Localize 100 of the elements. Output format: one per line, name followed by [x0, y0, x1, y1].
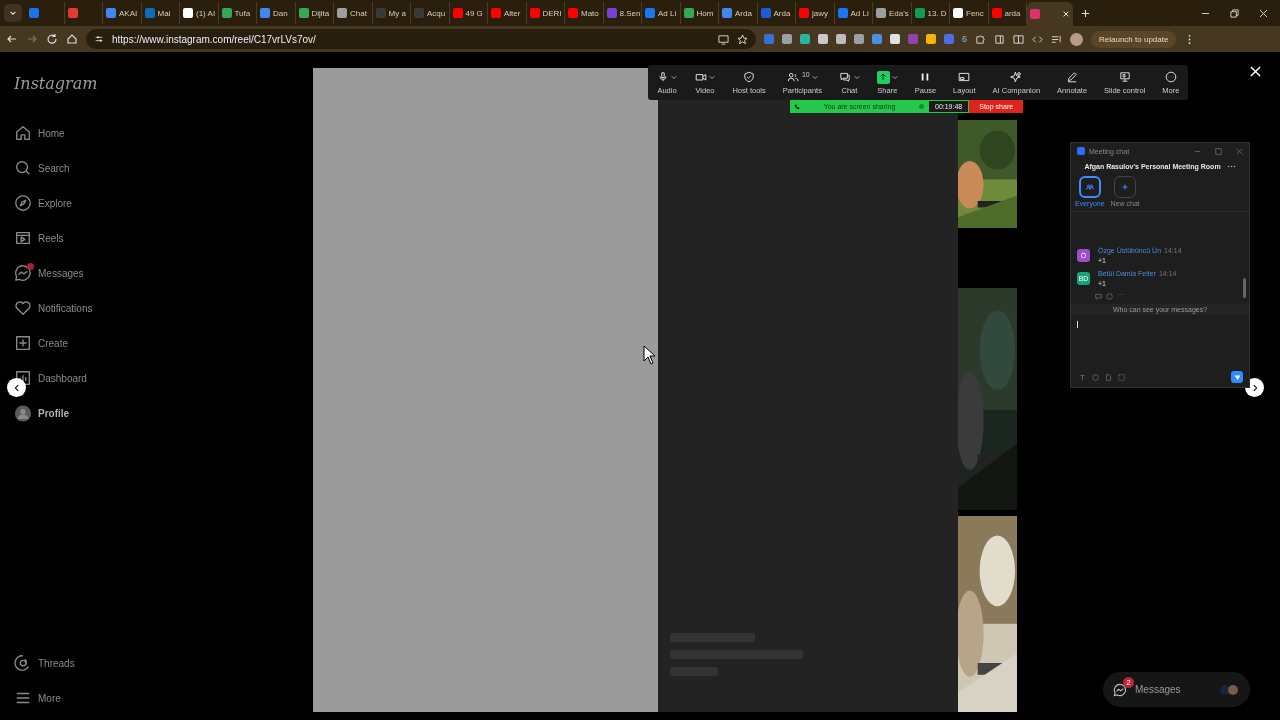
browser-tab[interactable]: Ad Li	[642, 2, 681, 24]
extension-icon[interactable]	[944, 34, 954, 44]
browser-tab[interactable]: Arda	[757, 2, 796, 24]
puzzle-icon[interactable]	[975, 33, 986, 45]
extension-badge[interactable]: 6	[962, 34, 967, 44]
extension-icon[interactable]	[782, 34, 792, 44]
browser-tab[interactable]: AKAI	[103, 2, 142, 24]
browser-tab[interactable]: jawy	[796, 2, 835, 24]
text-format-icon[interactable]	[1079, 373, 1086, 381]
caret-icon[interactable]	[671, 73, 678, 80]
split-view-icon[interactable]	[1013, 33, 1024, 45]
browser-tab[interactable]: Alter	[488, 2, 527, 24]
chevron-left-icon	[12, 383, 21, 392]
caret-icon[interactable]	[709, 73, 716, 80]
sidebar-item[interactable]: More	[14, 688, 61, 708]
sidebar-item[interactable]: Explore	[14, 193, 72, 213]
camera-icon	[694, 71, 707, 83]
caret-icon[interactable]	[811, 73, 818, 80]
reload-icon[interactable]	[46, 33, 58, 45]
chat-icon	[839, 71, 852, 83]
extension-icon[interactable]	[872, 34, 882, 44]
send-button[interactable]	[1231, 371, 1243, 383]
emoji-icon[interactable]	[1092, 373, 1099, 381]
caret-icon[interactable]	[853, 73, 860, 80]
people-icon	[1084, 182, 1095, 192]
extension-icon[interactable]	[818, 34, 828, 44]
browser-tab[interactable]: Dan	[257, 2, 296, 24]
scrollbar[interactable]	[1243, 278, 1246, 298]
sidebar-item[interactable]: Search	[14, 158, 70, 178]
shield-icon	[743, 71, 756, 83]
extension-icon[interactable]	[836, 34, 846, 44]
browser-tab[interactable]: Hom	[680, 2, 719, 24]
maximize-icon[interactable]	[1215, 147, 1222, 155]
browser-tab[interactable]: (1) AI	[180, 2, 219, 24]
sidebar-item[interactable]: Profile	[14, 403, 70, 423]
slides-icon	[1118, 71, 1131, 83]
search-icon	[14, 159, 32, 177]
extension-icon[interactable]	[800, 34, 810, 44]
restore-icon[interactable]	[1230, 8, 1239, 18]
forward-icon[interactable]	[26, 33, 38, 45]
browser-tab[interactable]: Fenc	[950, 2, 989, 24]
pen-icon	[1066, 71, 1079, 83]
browser-tab[interactable]: Mato	[565, 2, 604, 24]
media-icon[interactable]	[1051, 33, 1062, 45]
profile-avatar[interactable]	[1070, 32, 1083, 46]
star-icon[interactable]	[737, 33, 748, 45]
browser-tab[interactable]: Ad Li	[834, 2, 873, 24]
browser-tab[interactable]: Eda's	[873, 2, 912, 24]
people-icon	[787, 71, 800, 83]
new-tab-icon[interactable]	[1081, 8, 1090, 18]
screenshot-icon[interactable]	[1118, 373, 1125, 381]
browser-tab[interactable]: 49 G	[449, 2, 488, 24]
sidebar-item[interactable]: Threads	[14, 653, 75, 673]
home-icon	[14, 124, 32, 142]
sidebar-item[interactable]: Home	[14, 123, 65, 143]
tab-search-button[interactable]	[4, 4, 22, 22]
browser-tab[interactable]: Tufa	[218, 2, 257, 24]
browser-tab[interactable]: 13. D	[911, 2, 950, 24]
compass-icon	[14, 194, 32, 212]
site-settings-icon[interactable]	[94, 34, 104, 44]
sidebar-item[interactable]: Messages	[14, 263, 84, 283]
home-icon[interactable]	[66, 33, 78, 45]
browser-tab[interactable]: My a	[372, 2, 411, 24]
sidebar-item[interactable]: Dashboard	[14, 368, 87, 388]
relaunch-button[interactable]: Relaunch to update	[1091, 30, 1177, 48]
instagram-logo[interactable]: Instagram	[14, 74, 98, 93]
install-icon[interactable]	[718, 33, 729, 45]
sidebar-item[interactable]: Reels	[14, 228, 64, 248]
browser-tab[interactable]: 8.Sen	[603, 2, 642, 24]
emoji-icon[interactable]	[1106, 293, 1113, 300]
browser-tab[interactable]: Acqu	[411, 2, 450, 24]
sidebar-item[interactable]: Create	[14, 333, 68, 353]
sidebar-icon[interactable]	[994, 33, 1005, 45]
extension-icon[interactable]	[926, 34, 936, 44]
unread-badge: 2	[1123, 676, 1134, 688]
sidebar-item[interactable]: Notifications	[14, 298, 93, 318]
extension-icon[interactable]	[854, 34, 864, 44]
layout-icon	[958, 71, 971, 83]
sparkle-icon	[1010, 71, 1023, 83]
address-field[interactable]: https://www.instagram.com/reel/C17vrLVs7ov/	[86, 29, 756, 49]
browser-tab[interactable]: DERI	[526, 2, 565, 24]
chart-icon	[14, 369, 32, 387]
browser-tab[interactable]: Arda	[719, 2, 758, 24]
extension-icon[interactable]	[890, 34, 900, 44]
extension-icon[interactable]	[764, 34, 774, 44]
file-icon[interactable]	[1105, 373, 1112, 381]
plus-icon	[1120, 182, 1131, 192]
previous-button[interactable]	[7, 378, 26, 397]
plus-icon	[14, 334, 32, 352]
browser-tab[interactable]	[26, 2, 65, 24]
messages-bar[interactable]: 2 Messages	[1103, 672, 1250, 707]
chevron-right-icon	[1250, 383, 1259, 392]
reply-icon[interactable]	[1095, 293, 1102, 300]
more-icon	[1164, 71, 1177, 83]
back-icon[interactable]	[6, 33, 18, 45]
browser-tab[interactable]: Dijita	[295, 2, 334, 24]
browser-tab[interactable]: Mai	[141, 2, 180, 24]
mic-icon	[657, 71, 669, 83]
browser-tab[interactable]: Chat	[334, 2, 373, 24]
caret-icon[interactable]	[891, 73, 898, 80]
